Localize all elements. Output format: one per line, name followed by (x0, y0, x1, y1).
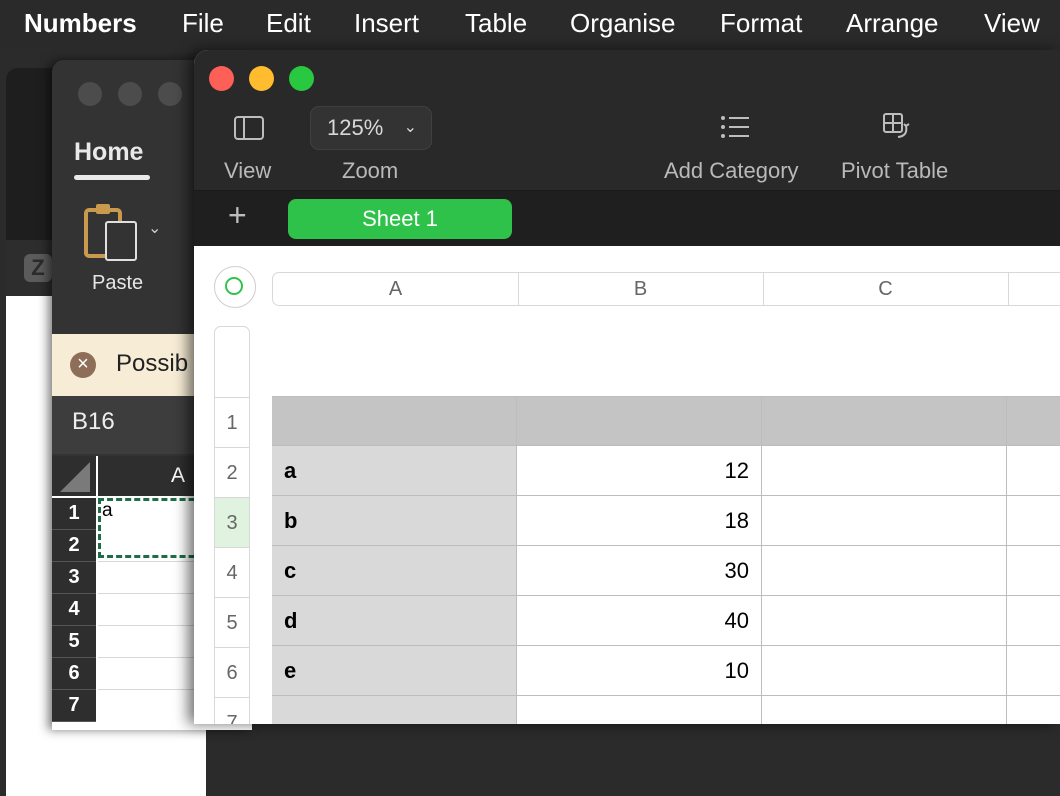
row-header-5[interactable]: 5 (215, 597, 249, 648)
table-empty-cell[interactable] (1007, 596, 1060, 646)
toolbar: View 125% ⌄ Zoom Add Category Pivot Tabl… (194, 50, 1060, 191)
row-header-bar: 1 2 3 4 5 6 7 (214, 326, 250, 724)
row-header[interactable]: 3 (52, 562, 96, 594)
minimize-window-button[interactable] (118, 82, 142, 106)
pivot-table-icon[interactable] (882, 112, 912, 140)
row-header[interactable]: 7 (52, 690, 96, 722)
table-header-cell[interactable] (762, 396, 1007, 446)
zoom-value: 125% (327, 115, 384, 140)
zoom-window-button[interactable] (158, 82, 182, 106)
table-handle-icon (225, 277, 243, 295)
column-header-b[interactable]: B (518, 273, 764, 305)
zoom-label: Zoom (342, 158, 399, 183)
menu-format[interactable]: Format (720, 8, 802, 39)
chevron-down-icon: ⌄ (403, 119, 417, 136)
z-app-icon: Z (24, 254, 52, 282)
table-row-label[interactable]: e (272, 646, 517, 696)
table-empty-cell[interactable] (762, 546, 1007, 596)
paste-options-chevron-icon[interactable]: ⌄ (148, 218, 161, 238)
close-window-button[interactable] (78, 82, 102, 106)
minimize-window-button[interactable] (249, 66, 274, 91)
table-header-cell[interactable] (517, 396, 762, 446)
select-all-corner[interactable] (52, 456, 96, 496)
table-row-label[interactable]: c (272, 546, 517, 596)
row-header-2[interactable]: 2 (215, 447, 249, 498)
sidebar-icon[interactable] (234, 116, 264, 140)
row-header[interactable]: 5 (52, 626, 96, 658)
table-value-cell[interactable]: 40 (517, 596, 762, 646)
table-empty-cell[interactable] (517, 696, 762, 724)
menu-file[interactable]: File (182, 8, 224, 39)
select-all-triangle-icon (60, 462, 90, 492)
data-table[interactable]: a 12 b 18 c 30 d 40 e 10 (272, 396, 1060, 724)
zoom-window-button[interactable] (289, 66, 314, 91)
numbers-window[interactable]: View 125% ⌄ Zoom Add Category Pivot Tabl… (194, 50, 1060, 724)
paste-icon[interactable] (84, 202, 140, 262)
add-sheet-button[interactable]: + (228, 197, 247, 234)
view-button-label[interactable]: View (224, 158, 271, 184)
row-header-4[interactable]: 4 (215, 547, 249, 598)
row-header-3[interactable]: 3 (215, 497, 249, 548)
row-header[interactable]: 2 (52, 530, 96, 562)
sheet-tab[interactable]: Sheet 1 (288, 199, 512, 239)
menu-edit[interactable]: Edit (266, 8, 311, 39)
pivot-table-button-label[interactable]: Pivot Table (841, 158, 948, 184)
list-icon[interactable] (720, 114, 750, 140)
name-box-value[interactable]: B16 (72, 408, 115, 436)
menu-view[interactable]: View (984, 8, 1040, 39)
menu-bar: Numbers File Edit Insert Table Organise … (0, 0, 1060, 48)
column-header-bar: A B C (272, 272, 1060, 306)
table-empty-cell[interactable] (762, 596, 1007, 646)
zoom-dropdown[interactable]: 125% ⌄ (310, 106, 432, 150)
table-empty-cell[interactable] (1007, 696, 1060, 724)
table-empty-cell[interactable] (762, 446, 1007, 496)
row-header-6[interactable]: 6 (215, 647, 249, 698)
close-window-button[interactable] (209, 66, 234, 91)
table-empty-cell[interactable] (1007, 646, 1060, 696)
table-row-label[interactable] (272, 696, 517, 724)
ribbon-tab-home[interactable]: Home (74, 138, 143, 167)
table-value-cell[interactable]: 12 (517, 446, 762, 496)
table-empty-cell[interactable] (1007, 446, 1060, 496)
table-empty-cell[interactable] (762, 496, 1007, 546)
table-header-cell[interactable] (1007, 396, 1060, 446)
table-value-cell[interactable]: 18 (517, 496, 762, 546)
row-header[interactable]: 4 (52, 594, 96, 626)
table-value-cell[interactable]: 10 (517, 646, 762, 696)
column-header-c[interactable]: C (763, 273, 1009, 305)
menu-table[interactable]: Table (465, 8, 527, 39)
table-empty-cell[interactable] (1007, 496, 1060, 546)
message-bar-text: Possib (116, 350, 189, 377)
table-empty-cell[interactable] (1007, 546, 1060, 596)
error-icon[interactable]: × (70, 352, 96, 378)
active-tab-indicator (74, 175, 150, 180)
row-header[interactable]: 1 (52, 498, 96, 530)
table-row-label[interactable]: b (272, 496, 517, 546)
sheet-tab-bar: + Sheet 1 (194, 191, 1060, 246)
table-empty-cell[interactable] (762, 646, 1007, 696)
sheet-canvas[interactable]: A B C 1 2 3 4 5 6 7 a 12 b 18 c 30 d 40 … (194, 246, 1060, 724)
row-header-1[interactable]: 1 (215, 397, 249, 448)
menu-insert[interactable]: Insert (354, 8, 419, 39)
paste-button-label[interactable]: Paste (92, 272, 143, 295)
table-row-label[interactable]: a (272, 446, 517, 496)
select-table-button[interactable] (214, 266, 256, 308)
menu-organise[interactable]: Organise (570, 8, 676, 39)
menu-arrange[interactable]: Arrange (846, 8, 939, 39)
row-header-7[interactable]: 7 (215, 697, 249, 724)
row-header[interactable]: 6 (52, 658, 96, 690)
column-header-a[interactable]: A (273, 273, 519, 305)
add-category-button-label[interactable]: Add Category (664, 158, 799, 184)
table-empty-cell[interactable] (762, 696, 1007, 724)
menu-app-numbers[interactable]: Numbers (24, 8, 137, 39)
table-row-label[interactable]: d (272, 596, 517, 646)
table-value-cell[interactable]: 30 (517, 546, 762, 596)
table-header-cell[interactable] (272, 396, 517, 446)
